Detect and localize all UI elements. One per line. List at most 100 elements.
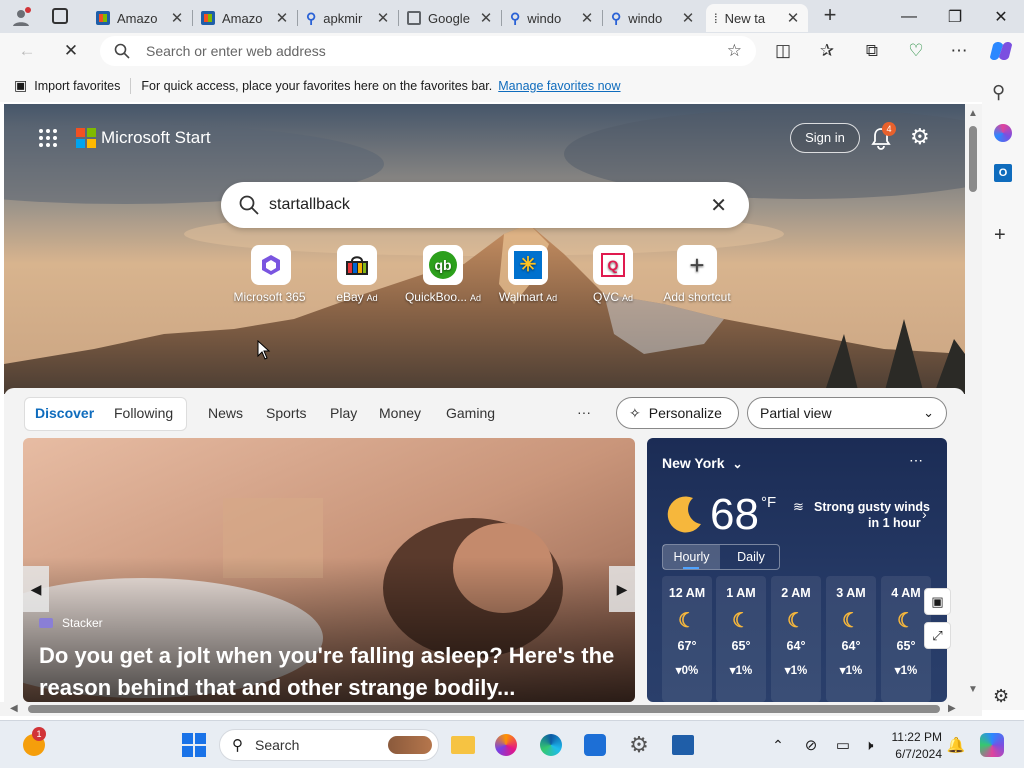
- scroll-thumb-horizontal[interactable]: [28, 705, 940, 713]
- horizontal-scrollbar[interactable]: ◀ ▶: [0, 702, 982, 716]
- shortcut-qvc[interactable]: Q QVC Ad: [568, 245, 658, 304]
- nav-more-button[interactable]: ···: [577, 404, 591, 420]
- microsoft-store-icon[interactable]: [669, 731, 697, 759]
- volume-muted-icon[interactable]: 🕨: [855, 731, 883, 759]
- nav-gaming[interactable]: Gaming: [446, 405, 495, 421]
- outlook-icon[interactable]: O: [994, 164, 1012, 182]
- file-explorer-icon[interactable]: [449, 731, 477, 759]
- favorite-star-icon[interactable]: ☆: [727, 41, 742, 61]
- profile-icon[interactable]: [10, 6, 32, 28]
- close-tab-icon[interactable]: ✕: [376, 9, 390, 27]
- tab-1[interactable]: Amazo ✕: [88, 4, 192, 32]
- apps-grid-icon[interactable]: [38, 128, 58, 148]
- add-sidebar-app-icon[interactable]: +: [994, 224, 1006, 247]
- shortcut-microsoft-365[interactable]: Microsoft 365: [226, 245, 316, 304]
- tab-actions-icon[interactable]: [52, 8, 68, 24]
- nav-sports[interactable]: Sports: [266, 405, 306, 421]
- tab-5[interactable]: ⚲ windo ✕: [502, 4, 602, 32]
- tab-following[interactable]: Following: [114, 405, 173, 421]
- nav-news[interactable]: News: [208, 405, 243, 421]
- scroll-up-arrow[interactable]: ▲: [968, 108, 978, 119]
- split-screen-icon[interactable]: ◫: [770, 38, 796, 64]
- search-query-input[interactable]: startallback: [269, 196, 710, 214]
- tab-7-active[interactable]: ⁞ New ta ✕: [706, 4, 808, 32]
- shortcut-ebay[interactable]: eBay Ad: [312, 245, 402, 304]
- manage-favorites-link[interactable]: Manage favorites now: [498, 79, 620, 93]
- clock-time[interactable]: 11:22 PM: [890, 730, 942, 744]
- close-tab-icon[interactable]: ✕: [275, 9, 289, 27]
- hourly-col[interactable]: 2 AM ☾ 64° ▾1%: [771, 576, 821, 702]
- more-options-icon[interactable]: ⋯: [946, 38, 972, 64]
- weather-location[interactable]: New York ⌄: [662, 455, 743, 471]
- close-tab-icon[interactable]: ✕: [479, 9, 493, 27]
- import-favorites-icon[interactable]: ▣: [14, 77, 27, 94]
- restore-button[interactable]: ❐: [932, 0, 978, 33]
- tab-2[interactable]: Amazo ✕: [193, 4, 297, 32]
- personalize-button[interactable]: ✧ Personalize: [616, 397, 739, 429]
- article-card[interactable]: ◀ ▶ Stacker Do you get a jolt when you'r…: [23, 438, 635, 702]
- scroll-thumb[interactable]: [969, 126, 977, 192]
- clock-date[interactable]: 6/7/2024: [890, 747, 942, 761]
- tab-hourly[interactable]: Hourly: [663, 545, 720, 569]
- start-button-icon[interactable]: [180, 731, 208, 759]
- minimize-button[interactable]: —: [886, 0, 932, 33]
- close-tab-icon[interactable]: ✕: [170, 9, 184, 27]
- close-tab-icon[interactable]: ✕: [681, 9, 695, 27]
- view-mode-dropdown[interactable]: Partial view ⌄: [747, 397, 947, 429]
- brand-title[interactable]: Microsoft Start: [101, 128, 211, 148]
- tab-discover[interactable]: Discover: [35, 405, 94, 421]
- article-headline[interactable]: Do you get a jolt when you're falling as…: [39, 640, 629, 702]
- network-offline-icon[interactable]: ⊘: [797, 731, 825, 759]
- sign-in-button[interactable]: Sign in: [790, 123, 860, 153]
- chevron-right-icon[interactable]: ›: [922, 506, 927, 522]
- notification-bell-icon[interactable]: 🔔: [942, 731, 970, 759]
- copilot-icon[interactable]: [988, 38, 1014, 64]
- shortcut-walmart[interactable]: ✳ Walmart Ad: [483, 245, 573, 304]
- address-bar[interactable]: Search or enter web address ☆: [100, 36, 756, 66]
- settings-gear-icon[interactable]: ⚙: [625, 731, 653, 759]
- page-settings-gear-icon[interactable]: ⚙: [910, 126, 932, 148]
- nav-money[interactable]: Money: [379, 405, 421, 421]
- clear-search-icon[interactable]: ✕: [710, 193, 727, 218]
- sidebar-settings-gear-icon[interactable]: ⚙: [993, 686, 1009, 707]
- expand-icon[interactable]: ⤢: [924, 622, 951, 649]
- copilot-pre-icon[interactable]: [978, 731, 1006, 759]
- close-tab-icon[interactable]: ✕: [580, 9, 594, 27]
- scroll-down-arrow[interactable]: ▼: [968, 684, 978, 695]
- app-blue-icon[interactable]: [581, 731, 609, 759]
- tab-4[interactable]: Google ✕: [399, 4, 501, 32]
- show-hidden-icons-chevron-icon[interactable]: ⌃: [764, 731, 792, 759]
- vertical-scrollbar[interactable]: ▲ ▼: [965, 104, 982, 702]
- tab-3[interactable]: ⚲ apkmir ✕: [298, 4, 398, 32]
- display-icon[interactable]: ▭: [829, 731, 857, 759]
- feedback-image-icon[interactable]: ▣: [924, 588, 951, 615]
- web-search-box[interactable]: startallback ✕: [221, 182, 749, 228]
- stop-loading-icon[interactable]: ✕: [58, 38, 84, 64]
- weather-card[interactable]: New York ⌄ ⋯ 68 °F ≋ Strong gusty winds i…: [647, 438, 947, 702]
- firefox-icon[interactable]: [492, 731, 520, 759]
- back-icon[interactable]: ←: [14, 38, 40, 64]
- edge-icon[interactable]: [537, 731, 565, 759]
- prev-slide-button[interactable]: ◀: [23, 566, 49, 612]
- weather-alert-line1[interactable]: Strong gusty winds: [814, 500, 930, 514]
- tab-6[interactable]: ⚲ windo ✕: [603, 4, 703, 32]
- browser-essentials-icon[interactable]: ♡: [903, 38, 929, 64]
- add-shortcut-button[interactable]: + Add shortcut: [652, 245, 742, 304]
- copilot-sidebar-icon[interactable]: [994, 124, 1012, 142]
- close-tab-icon[interactable]: ✕: [786, 9, 800, 27]
- close-window-button[interactable]: ✕: [978, 0, 1024, 33]
- tab-daily[interactable]: Daily: [723, 545, 779, 569]
- search-icon[interactable]: ⚲: [992, 82, 1005, 103]
- shortcut-quickbooks[interactable]: qb QuickBoo... Ad: [398, 245, 488, 304]
- next-slide-button[interactable]: ▶: [609, 566, 635, 612]
- hourly-col[interactable]: 3 AM ☾ 64° ▾1%: [826, 576, 876, 702]
- favorites-icon[interactable]: ✰: [814, 38, 840, 64]
- collections-icon[interactable]: ⧉: [859, 38, 885, 64]
- weather-more-icon[interactable]: ⋯: [909, 452, 923, 469]
- new-tab-button[interactable]: +: [818, 4, 842, 28]
- nav-play[interactable]: Play: [330, 405, 357, 421]
- scroll-right-arrow[interactable]: ▶: [948, 703, 956, 714]
- temperature-unit[interactable]: °F: [761, 494, 776, 511]
- import-favorites-link[interactable]: Import favorites: [34, 79, 120, 93]
- scroll-left-arrow[interactable]: ◀: [10, 703, 18, 714]
